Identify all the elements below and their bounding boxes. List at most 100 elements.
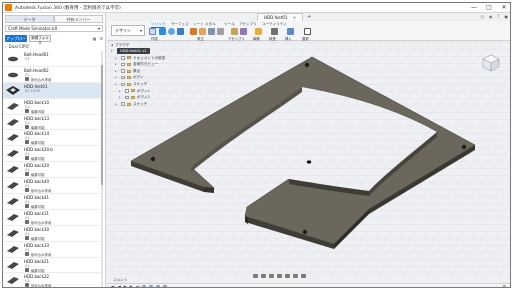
- viewports-icon[interactable]: [301, 274, 306, 278]
- list-item[interactable]: HDD.back20.b V1 編集可能: [3, 146, 101, 163]
- group-create[interactable]: 作成: [151, 36, 158, 41]
- list-item[interactable]: HDD.back31 V1 読み込み専用: [3, 210, 101, 226]
- ribbon-tab-utilities[interactable]: ユーティリティ: [262, 22, 287, 27]
- list-item[interactable]: HDD.back30 V1 編集可能: [3, 226, 101, 242]
- browser-root[interactable]: ▾ HDD.feet01 v2: [111, 48, 173, 55]
- list-item[interactable]: HDD.back20 V1 編集可能: [3, 162, 101, 179]
- visibility-icon[interactable]: [121, 69, 125, 73]
- timeline-first-icon[interactable]: ⏮: [111, 284, 115, 287]
- ribbon-tab-tools[interactable]: ツール: [224, 22, 235, 27]
- fit-icon[interactable]: [277, 274, 282, 278]
- help-icon[interactable]: ?: [497, 13, 499, 21]
- file-list-scrollbar[interactable]: [101, 51, 103, 287]
- fillet-icon[interactable]: [199, 28, 206, 35]
- tab-members[interactable]: 共有メンバー: [54, 15, 103, 23]
- pan-icon[interactable]: [261, 274, 266, 278]
- ribbon-tab-sheet-metal[interactable]: シート メタル: [193, 22, 216, 27]
- group-inspect[interactable]: 検査: [269, 36, 276, 41]
- group-select[interactable]: 選択: [302, 36, 309, 41]
- group-assembly[interactable]: アセンブリ: [228, 36, 245, 41]
- zoom-icon[interactable]: [269, 274, 274, 278]
- tab-document[interactable]: HDD.feet01 ✕: [257, 13, 304, 21]
- browser-node[interactable]: ▸ 名前付きビュー: [111, 61, 173, 68]
- timeline-prev-icon[interactable]: ◀: [118, 284, 121, 287]
- browser-node[interactable]: ▸ ボディ: [111, 74, 173, 81]
- timeline-next-icon[interactable]: ▶: [130, 284, 133, 287]
- browser-node[interactable]: ▸ ドキュメントの設定: [111, 55, 173, 62]
- list-item[interactable]: HDD.back21 V1 編集可能: [3, 258, 101, 274]
- timeline-last-icon[interactable]: ⏭: [136, 284, 140, 287]
- visibility-icon[interactable]: [121, 62, 125, 67]
- add-tab-icon[interactable]: +: [307, 13, 311, 21]
- new-component-icon[interactable]: [231, 28, 238, 35]
- shell-icon[interactable]: [208, 28, 215, 35]
- back-arrow-icon[interactable]: ‹: [5, 44, 7, 50]
- browser-node[interactable]: ▸ 原点: [111, 68, 173, 75]
- tab-data[interactable]: データ: [5, 15, 54, 23]
- extrude-icon[interactable]: [159, 28, 166, 35]
- list-item[interactable]: HDD.back10 V1 編集可能: [3, 99, 101, 115]
- timeline-feature[interactable]: [156, 285, 161, 287]
- close-tab-icon[interactable]: ✕: [293, 15, 296, 20]
- select-cursor-icon[interactable]: [304, 28, 311, 35]
- list-item[interactable]: HDD.back33 V1 読み込み専用: [3, 242, 101, 258]
- browser-node[interactable]: ▸ ボディ2: [111, 94, 173, 101]
- expand-arrow-icon[interactable]: ▸: [115, 81, 119, 88]
- settings-gear-icon[interactable]: ⚙: [502, 284, 506, 287]
- list-item[interactable]: HDD.feet01 V2 18:29: [3, 82, 101, 99]
- expand-arrow-icon[interactable]: ▸: [115, 55, 119, 62]
- expand-arrow-icon[interactable]: ▾: [111, 48, 115, 55]
- visibility-icon[interactable]: [125, 95, 129, 100]
- offset-plane-icon[interactable]: [255, 28, 262, 35]
- visibility-icon[interactable]: [121, 102, 125, 106]
- grid-view-icon[interactable]: ▦: [93, 36, 97, 41]
- ribbon-tab-assembly[interactable]: アセンブリ: [239, 22, 257, 27]
- insert-icon[interactable]: [287, 28, 294, 35]
- expand-arrow-icon[interactable]: ▸: [115, 74, 119, 81]
- view-cube[interactable]: [480, 53, 502, 73]
- expand-arrow-icon[interactable]: ▸: [119, 88, 123, 95]
- timeline-feature[interactable]: [149, 285, 154, 287]
- grid-settings-icon[interactable]: [293, 274, 298, 278]
- new-sketch-icon[interactable]: [149, 28, 156, 35]
- user-avatar-icon[interactable]: ●: [505, 13, 509, 21]
- upload-button[interactable]: アップロード: [5, 34, 27, 48]
- visibility-icon[interactable]: [125, 89, 129, 93]
- display-settings-icon[interactable]: [285, 274, 290, 278]
- list-item[interactable]: HDD.back41 V1 編集可能: [3, 194, 101, 210]
- minimize-button[interactable]: —: [470, 4, 478, 12]
- visibility-icon[interactable]: [121, 82, 125, 87]
- orbit-icon[interactable]: [253, 274, 258, 278]
- scrollbar-thumb[interactable]: [101, 65, 103, 185]
- maximize-button[interactable]: □: [485, 4, 493, 12]
- visibility-icon[interactable]: [121, 56, 125, 60]
- browser-node[interactable]: ▸ スケッチ: [111, 101, 173, 108]
- move-icon[interactable]: [217, 28, 224, 35]
- list-item[interactable]: Bolt.Head02 V1 読み込み専用: [3, 67, 101, 83]
- revolve-icon[interactable]: [168, 28, 175, 35]
- browser-node[interactable]: ▸ スケッチ: [111, 81, 173, 88]
- close-button[interactable]: ✕: [500, 4, 508, 12]
- press-pull-icon[interactable]: [190, 28, 197, 35]
- expand-arrow-icon[interactable]: ▸: [115, 101, 119, 108]
- group-insert[interactable]: 挿入: [285, 36, 292, 41]
- timeline-feature[interactable]: [142, 285, 147, 287]
- hole-icon[interactable]: [177, 28, 184, 35]
- timeline-play-icon[interactable]: ▶: [124, 284, 127, 287]
- 3d-viewport[interactable]: ◂ ブラウザ ▾ HDD.feet01 v2 ▸ ドキュメントの設定 ▸ 名前付きビュ…: [107, 42, 510, 278]
- expand-arrow-icon[interactable]: ▸: [115, 61, 119, 68]
- list-item[interactable]: HDD.back14 V1 編集可能: [3, 130, 101, 147]
- list-item[interactable]: HDD.back22 V1 読み込み専用: [3, 273, 101, 287]
- ribbon-tab-surface[interactable]: サーフェス: [171, 22, 189, 27]
- list-item[interactable]: Bolt.Head01 V1: [3, 51, 101, 67]
- browser-node[interactable]: ▸ ボディ1: [111, 88, 173, 95]
- bell-icon[interactable]: ◉: [489, 13, 493, 21]
- list-view-icon[interactable]: ☰: [99, 36, 103, 41]
- group-construct[interactable]: 構築: [253, 36, 260, 41]
- expand-arrow-icon[interactable]: ▸: [115, 68, 119, 75]
- visibility-icon[interactable]: [121, 75, 125, 80]
- workspace-switcher[interactable]: デザイン ▾: [111, 25, 145, 36]
- project-selector[interactable]: Craft Mode Simulator.lc0 ▾: [5, 25, 103, 32]
- measure-icon[interactable]: [271, 28, 278, 35]
- expand-arrow-icon[interactable]: ▸: [119, 94, 123, 101]
